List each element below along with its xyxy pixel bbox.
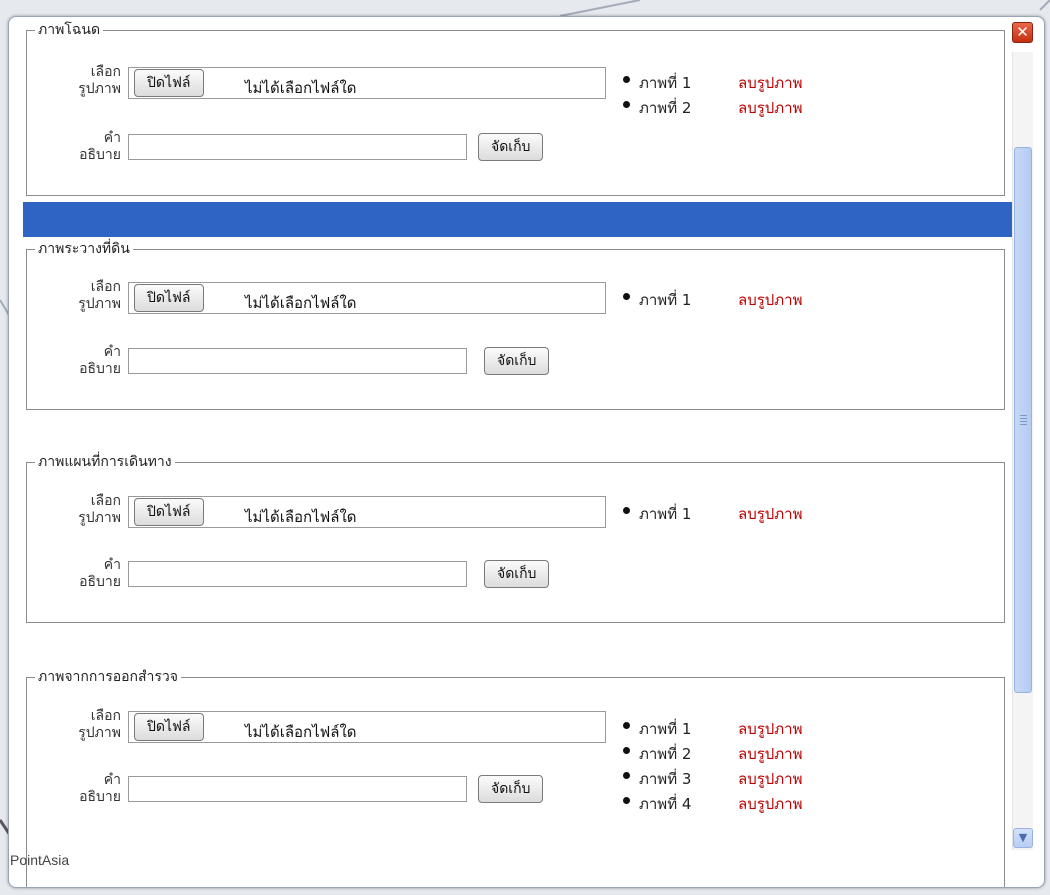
browse-button[interactable]: ปิดไฟล์ [134, 69, 204, 97]
file-input[interactable]: ปิดไฟล์ ไม่ได้เลือกไฟล์ใด [128, 711, 606, 743]
brand-watermark: PointAsia [10, 852, 70, 868]
bullet-icon [623, 101, 630, 108]
section-border [27, 249, 1004, 250]
select-image-label: เลือก [90, 279, 121, 295]
no-file-text: ไม่ได้เลือกไฟล์ใด [245, 294, 357, 312]
description-label: คำ [103, 772, 121, 788]
bullet-icon [623, 772, 630, 779]
select-image-label: เลือก [90, 708, 121, 724]
image-name: ภาพที่ 2 [639, 99, 692, 117]
description-label: คำ [103, 344, 121, 360]
section-border [27, 30, 1004, 31]
no-file-text: ไม่ได้เลือกไฟล์ใด [245, 723, 357, 741]
image-name: ภาพที่ 1 [639, 74, 692, 92]
accent-bar [23, 202, 1012, 237]
section-land-plan: ภาพระวางที่ดิน เลือก รูปภาพ ปิดไฟล์ ไม่ไ… [26, 240, 1005, 410]
description-label: อธิบาย [79, 361, 121, 377]
description-label: คำ [103, 557, 121, 573]
delete-image-link[interactable]: ลบรูปภาพ [738, 288, 803, 312]
vertical-scrollbar[interactable]: ▼ [1012, 52, 1033, 850]
description-label: อธิบาย [79, 147, 121, 163]
section-title: ภาพโฉนด [35, 21, 104, 39]
select-image-label: เลือก [90, 64, 121, 80]
image-name: ภาพที่ 2 [639, 745, 692, 763]
dialog-content: ภาพโฉนด เลือก รูปภาพ ปิดไฟล์ ไม่ได้เลือก… [9, 17, 1013, 887]
image-name: ภาพที่ 3 [639, 770, 692, 788]
grip-line [1020, 415, 1027, 416]
close-icon[interactable]: ✕ [1012, 22, 1033, 43]
grip-line [1020, 424, 1027, 425]
delete-image-link[interactable]: ลบรูปภาพ [738, 502, 803, 526]
browse-button[interactable]: ปิดไฟล์ [134, 284, 204, 312]
grip-line [1020, 421, 1027, 422]
image-name: ภาพที่ 4 [639, 795, 692, 813]
bullet-icon [623, 747, 630, 754]
description-input[interactable] [128, 134, 467, 160]
chevron-down-icon[interactable]: ▼ [1013, 828, 1033, 848]
bullet-icon [623, 722, 630, 729]
image-name: ภาพที่ 1 [639, 291, 692, 309]
browse-button[interactable]: ปิดไฟล์ [134, 498, 204, 526]
delete-image-link[interactable]: ลบรูปภาพ [738, 792, 803, 816]
description-label: อธิบาย [79, 789, 121, 805]
section-title: ภาพจากการออกสำรวจ [35, 668, 181, 686]
image-name: ภาพที่ 1 [639, 720, 692, 738]
delete-image-link[interactable]: ลบรูปภาพ [738, 71, 803, 95]
description-input[interactable] [128, 776, 467, 802]
description-label: คำ [103, 130, 121, 146]
bullet-icon [623, 76, 630, 83]
section-title: ภาพแผนที่การเดินทาง [35, 453, 175, 471]
delete-image-link[interactable]: ลบรูปภาพ [738, 767, 803, 791]
save-button[interactable]: จัดเก็บ [484, 347, 550, 375]
no-file-text: ไม่ได้เลือกไฟล์ใด [245, 79, 357, 97]
delete-image-link[interactable]: ลบรูปภาพ [738, 717, 803, 741]
select-image-label: เลือก [90, 493, 121, 509]
image-name: ภาพที่ 1 [639, 505, 692, 523]
bullet-icon [623, 293, 630, 300]
save-button[interactable]: จัดเก็บ [484, 560, 550, 588]
grip-line [1020, 418, 1027, 419]
file-input[interactable]: ปิดไฟล์ ไม่ได้เลือกไฟล์ใด [128, 282, 606, 314]
section-title: ภาพระวางที่ดิน [35, 240, 133, 258]
scroll-thumb[interactable] [1014, 147, 1032, 693]
select-image-label: รูปภาพ [78, 725, 121, 741]
save-button[interactable]: จัดเก็บ [478, 775, 544, 803]
bullet-icon [623, 507, 630, 514]
description-input[interactable] [128, 348, 467, 374]
file-input[interactable]: ปิดไฟล์ ไม่ได้เลือกไฟล์ใด [128, 496, 606, 528]
description-input[interactable] [128, 561, 467, 587]
section-travel-map: ภาพแผนที่การเดินทาง เลือก รูปภาพ ปิดไฟล์… [26, 453, 1005, 623]
file-input[interactable]: ปิดไฟล์ ไม่ได้เลือกไฟล์ใด [128, 67, 606, 99]
no-file-text: ไม่ได้เลือกไฟล์ใด [245, 508, 357, 526]
select-image-label: รูปภาพ [78, 296, 121, 312]
save-button[interactable]: จัดเก็บ [478, 133, 544, 161]
delete-image-link[interactable]: ลบรูปภาพ [738, 96, 803, 120]
bullet-icon [623, 797, 630, 804]
section-title-deed: ภาพโฉนด เลือก รูปภาพ ปิดไฟล์ ไม่ได้เลือก… [26, 21, 1005, 196]
description-label: อธิบาย [79, 574, 121, 590]
select-image-label: รูปภาพ [78, 81, 121, 97]
select-image-label: รูปภาพ [78, 510, 121, 526]
section-survey-photos: ภาพจากการออกสำรวจ เลือก รูปภาพ ปิดไฟล์ ไ… [26, 668, 1005, 887]
image-upload-dialog: ภาพโฉนด เลือก รูปภาพ ปิดไฟล์ ไม่ได้เลือก… [8, 16, 1045, 888]
browse-button[interactable]: ปิดไฟล์ [134, 713, 204, 741]
delete-image-link[interactable]: ลบรูปภาพ [738, 742, 803, 766]
